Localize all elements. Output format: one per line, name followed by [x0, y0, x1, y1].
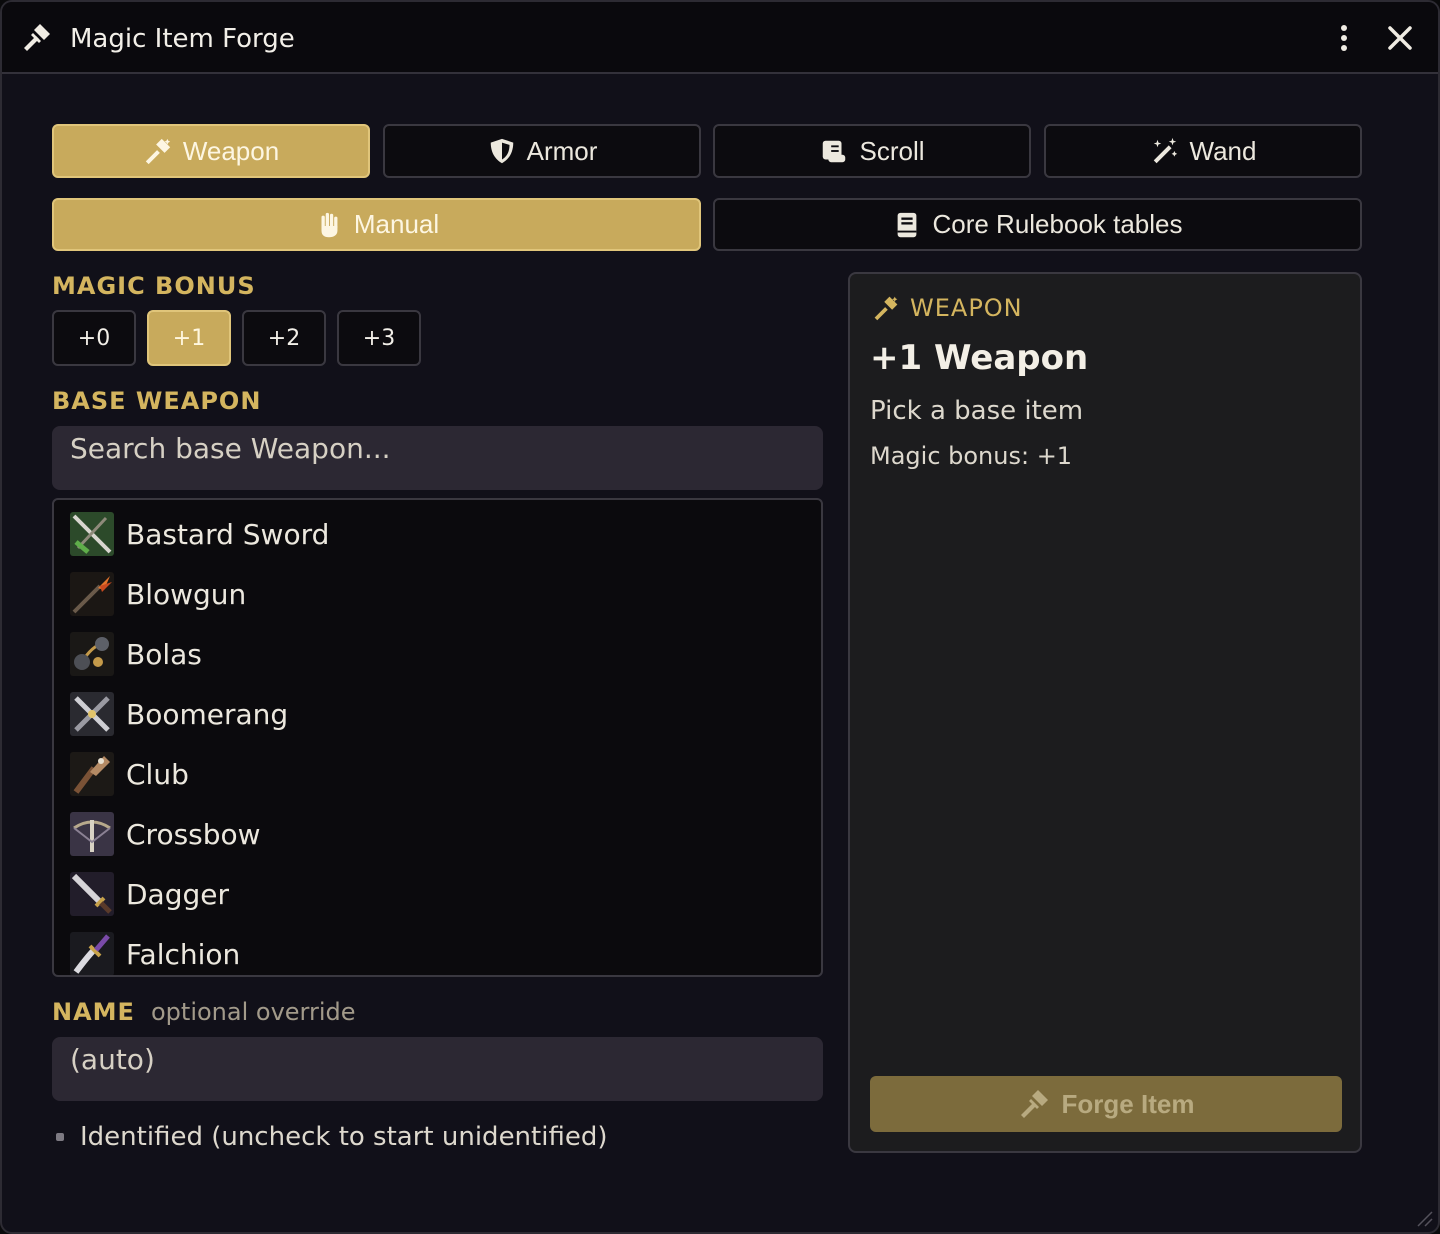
list-item-crossbow[interactable]: Crossbow — [70, 804, 261, 864]
more-options-icon[interactable] — [1328, 22, 1360, 54]
bastard-sword-icon — [70, 512, 114, 556]
preview-hint: Pick a base item — [870, 396, 1084, 426]
list-item-club[interactable]: Club — [70, 744, 189, 804]
shield-icon — [490, 138, 513, 164]
tab-wand-label: Wand — [1189, 135, 1257, 166]
preview-kind-label: WEAPON — [910, 294, 1023, 322]
identified-checkbox-row[interactable]: Identified (uncheck to start unidentifie… — [56, 1122, 607, 1152]
list-item-label: Dagger — [126, 877, 230, 911]
resize-grip-icon[interactable] — [1412, 1206, 1434, 1228]
identified-checkbox-label: Identified (uncheck to start unidentifie… — [80, 1122, 608, 1152]
list-item-label: Club — [126, 757, 189, 791]
magic-bonus-label: MAGIC BONUS — [52, 272, 256, 300]
magic-item-forge-window: Magic Item Forge Weapon Armor Scroll Wan… — [0, 0, 1440, 1234]
bonus-option-0[interactable]: +0 — [52, 310, 136, 366]
hammer-icon — [874, 296, 898, 321]
bonus-option-1[interactable]: +1 — [147, 310, 231, 366]
preview-item-name: +1 Weapon — [870, 338, 1089, 378]
bonus-option-2[interactable]: +2 — [242, 310, 326, 366]
mode-manual[interactable]: Manual — [52, 198, 701, 251]
list-item-boomerang[interactable]: Boomerang — [70, 684, 288, 744]
tab-weapon[interactable]: Weapon — [52, 124, 370, 178]
hand-icon — [318, 212, 338, 237]
preview-magic-bonus: Magic bonus: +1 — [870, 442, 1073, 470]
club-icon — [70, 752, 114, 796]
list-item-label: Falchion — [126, 937, 241, 971]
hammer-icon — [145, 138, 170, 165]
list-item-label: Crossbow — [126, 817, 261, 851]
boomerang-icon — [70, 692, 114, 736]
name-input[interactable]: (auto) — [52, 1037, 823, 1101]
list-item-label: Blowgun — [126, 577, 247, 611]
name-hint: optional override — [151, 998, 356, 1026]
window-title: Magic Item Forge — [70, 24, 295, 54]
mode-manual-label: Manual — [353, 209, 440, 239]
tab-scroll[interactable]: Scroll — [713, 124, 1031, 178]
list-item-label: Boomerang — [126, 697, 289, 731]
tab-armor[interactable]: Armor — [383, 124, 701, 178]
hammer-icon — [1020, 1090, 1048, 1118]
preview-kind: WEAPON — [872, 294, 1023, 322]
forge-item-label: Forge Item — [1061, 1088, 1195, 1119]
title-bar[interactable]: Magic Item Forge — [2, 2, 1438, 74]
falchion-icon — [70, 932, 114, 975]
base-weapon-search-input[interactable]: Search base Weapon... — [52, 426, 823, 490]
name-label: NAME — [52, 998, 135, 1026]
list-item-bolas[interactable]: Bolas — [70, 624, 202, 684]
bolas-icon — [70, 632, 114, 676]
identified-checkbox[interactable] — [56, 1133, 64, 1141]
book-icon — [898, 212, 917, 237]
tab-armor-label: Armor — [526, 135, 598, 166]
bonus-option-3[interactable]: +3 — [337, 310, 421, 366]
blowgun-icon — [70, 572, 114, 616]
mode-core-rulebook-label: Core Rulebook tables — [932, 209, 1183, 239]
list-item-falchion[interactable]: Falchion — [70, 924, 241, 975]
scroll-icon — [823, 140, 846, 163]
tab-weapon-label: Weapon — [182, 135, 280, 166]
base-weapon-label: BASE WEAPON — [52, 387, 262, 415]
magic-wand-icon — [1153, 137, 1177, 164]
item-preview-panel: WEAPON +1 Weapon Pick a base item Magic … — [848, 272, 1362, 1153]
tab-wand[interactable]: Wand — [1044, 124, 1362, 178]
list-item-bastard-sword[interactable]: Bastard Sword — [70, 504, 329, 564]
hammer-icon — [24, 24, 50, 51]
base-weapon-list: Bastard Sword Blowgun Bolas Boomerang Cl… — [52, 498, 823, 977]
tab-scroll-label: Scroll — [859, 135, 925, 166]
mode-core-rulebook-tables[interactable]: Core Rulebook tables — [713, 198, 1362, 251]
forge-item-button[interactable]: Forge Item — [870, 1076, 1342, 1132]
list-item-blowgun[interactable]: Blowgun — [70, 564, 246, 624]
list-item-label: Bastard Sword — [126, 517, 330, 551]
close-icon[interactable] — [1384, 22, 1416, 54]
list-item-dagger[interactable]: Dagger — [70, 864, 229, 924]
dagger-icon — [70, 872, 114, 916]
crossbow-icon — [70, 812, 114, 856]
list-item-label: Bolas — [126, 637, 202, 671]
